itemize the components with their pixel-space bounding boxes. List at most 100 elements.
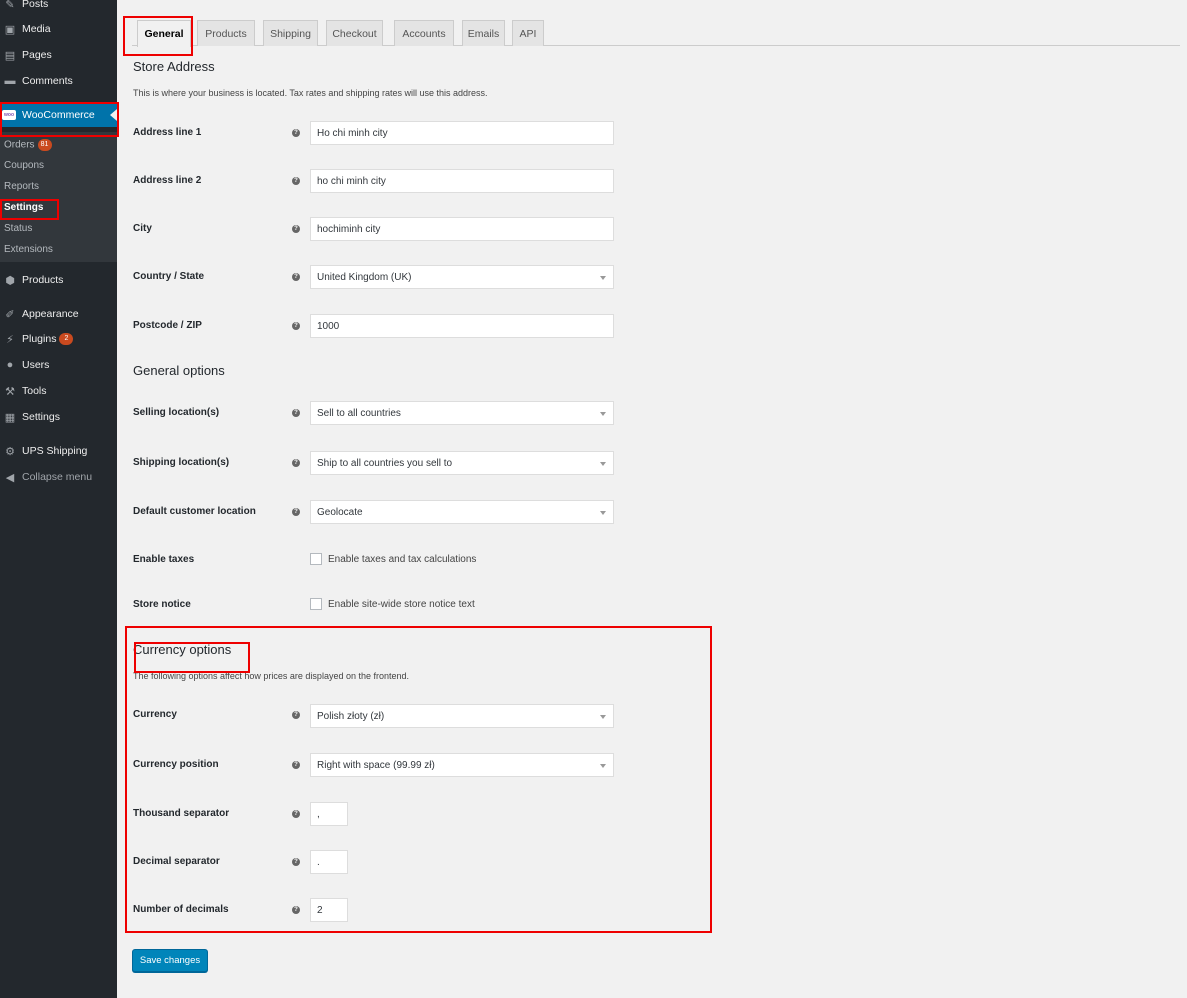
submenu-item-status[interactable]: Status	[4, 223, 32, 234]
chevron-down-icon	[600, 462, 606, 466]
menu-item-users[interactable]: ● Users	[0, 353, 117, 377]
chevron-down-icon	[600, 412, 606, 416]
address-line-2-input[interactable]: ho chi minh city	[310, 169, 614, 193]
menu-item-label: Settings	[22, 411, 60, 423]
menu-item-tools[interactable]: ⚒ Tools	[0, 379, 117, 403]
gear-icon: ⚙	[5, 445, 15, 458]
postcode-input[interactable]: 1000	[310, 314, 614, 338]
woocommerce-icon: woo	[2, 110, 16, 120]
store-notice-checkbox[interactable]	[310, 598, 322, 610]
woocommerce-submenu: Orders 81 Coupons Reports Settings Status…	[0, 132, 117, 262]
orders-count-badge: 81	[37, 139, 52, 151]
address-line-1-input[interactable]: Ho chi minh city	[310, 121, 614, 145]
label-country-state: Country / State	[133, 271, 205, 282]
select-value: Geolocate	[317, 506, 363, 518]
tab-general[interactable]: General	[137, 20, 191, 47]
menu-item-label: Collapse menu	[22, 471, 93, 483]
comments-icon: ▬	[4, 75, 16, 87]
submenu-item-reports[interactable]: Reports	[4, 181, 39, 192]
active-menu-arrow	[110, 109, 117, 121]
label-default-customer-location: Default customer location	[133, 506, 256, 517]
default-customer-location-select[interactable]: Geolocate	[310, 500, 614, 524]
pages-icon: ▤	[4, 49, 16, 62]
chevron-down-icon	[600, 764, 606, 768]
help-tip-icon[interactable]: ?	[292, 810, 300, 818]
media-icon: ▣	[4, 23, 16, 36]
label-thousand-separator: Thousand separator	[133, 808, 230, 819]
section-title-general-options: General options	[133, 363, 225, 378]
select-value: Polish złoty (zł)	[317, 710, 385, 722]
chevron-down-icon	[600, 276, 606, 280]
decimal-separator-input[interactable]: .	[310, 850, 348, 874]
products-icon: ⬢	[5, 274, 15, 287]
menu-item-label: Users	[22, 359, 50, 371]
help-tip-icon[interactable]: ?	[292, 129, 300, 137]
menu-item-label: Pages	[22, 49, 52, 61]
label-selling-locations: Selling location(s)	[133, 407, 220, 418]
currency-select[interactable]: Polish złoty (zł)	[310, 704, 614, 728]
menu-item-ups-shipping[interactable]: ⚙ UPS Shipping	[0, 439, 117, 463]
menu-item-woocommerce[interactable]: woo WooCommerce	[0, 103, 117, 127]
select-value: Right with space (99.99 zł)	[317, 759, 435, 771]
tab-emails[interactable]: Emails	[462, 20, 505, 46]
submenu-item-orders[interactable]: Orders 81	[4, 139, 52, 151]
thousand-separator-input[interactable]: ,	[310, 802, 348, 826]
submenu-item-settings[interactable]: Settings	[4, 202, 43, 213]
menu-item-products[interactable]: ⬢ Products	[0, 268, 117, 292]
section-title-store-address: Store Address	[133, 59, 215, 74]
tab-checkout[interactable]: Checkout	[326, 20, 383, 46]
enable-taxes-text[interactable]: Enable taxes and tax calculations	[328, 554, 476, 565]
select-value: Ship to all countries you sell to	[317, 457, 453, 469]
tab-shipping[interactable]: Shipping	[263, 20, 318, 46]
city-input[interactable]: hochiminh city	[310, 217, 614, 241]
collapse-menu-button[interactable]: ◀ Collapse menu	[0, 465, 117, 489]
section-description-currency-options: The following options affect how prices …	[133, 671, 410, 681]
menu-item-label: WooCommerce	[22, 109, 95, 121]
submenu-item-coupons[interactable]: Coupons	[4, 160, 44, 171]
menu-item-label: UPS Shipping	[22, 445, 88, 457]
currency-position-select[interactable]: Right with space (99.99 zł)	[310, 753, 614, 777]
menu-item-settings[interactable]: ▦ Settings	[0, 405, 117, 429]
help-tip-icon[interactable]: ?	[292, 906, 300, 914]
tab-api[interactable]: API	[512, 20, 544, 46]
label-currency-position: Currency position	[133, 759, 219, 770]
help-tip-icon[interactable]: ?	[292, 711, 300, 719]
menu-item-media[interactable]: ▣ Media	[0, 17, 117, 41]
country-state-select[interactable]: United Kingdom (UK)	[310, 265, 614, 289]
tab-accounts[interactable]: Accounts	[394, 20, 454, 46]
number-of-decimals-input[interactable]: 2	[310, 898, 348, 922]
menu-item-label: Appearance	[22, 308, 79, 320]
label-city: City	[133, 223, 152, 234]
help-tip-icon[interactable]: ?	[292, 409, 300, 417]
tab-products[interactable]: Products	[197, 20, 255, 46]
help-tip-icon[interactable]: ?	[292, 761, 300, 769]
help-tip-icon[interactable]: ?	[292, 858, 300, 866]
menu-item-appearance[interactable]: ✐ Appearance	[0, 302, 117, 326]
help-tip-icon[interactable]: ?	[292, 177, 300, 185]
help-tip-icon[interactable]: ?	[292, 225, 300, 233]
help-tip-icon[interactable]: ?	[292, 459, 300, 467]
chevron-down-icon	[600, 511, 606, 515]
save-changes-button[interactable]: Save changes	[132, 949, 208, 972]
pin-icon: ✎	[5, 0, 15, 11]
help-tip-icon[interactable]: ?	[292, 322, 300, 330]
label-postcode: Postcode / ZIP	[133, 320, 202, 331]
label-currency: Currency	[133, 709, 177, 720]
submenu-item-extensions[interactable]: Extensions	[4, 244, 53, 255]
plugins-icon: ⚡	[6, 333, 14, 346]
menu-item-label: Tools	[22, 385, 47, 397]
menu-item-comments[interactable]: ▬ Comments	[0, 69, 117, 93]
enable-taxes-checkbox[interactable]	[310, 553, 322, 565]
selling-locations-select[interactable]: Sell to all countries	[310, 401, 614, 425]
users-icon: ●	[6, 359, 14, 371]
store-notice-text[interactable]: Enable site-wide store notice text	[328, 599, 475, 610]
select-value: United Kingdom (UK)	[317, 271, 412, 283]
help-tip-icon[interactable]: ?	[292, 273, 300, 281]
menu-item-pages[interactable]: ▤ Pages	[0, 43, 117, 67]
label-store-notice: Store notice	[133, 599, 191, 610]
menu-item-posts[interactable]: ✎ Posts	[0, 0, 117, 16]
menu-item-plugins[interactable]: ⚡ Plugins 2	[0, 327, 117, 351]
shipping-locations-select[interactable]: Ship to all countries you sell to	[310, 451, 614, 475]
label-shipping-locations: Shipping location(s)	[133, 457, 230, 468]
help-tip-icon[interactable]: ?	[292, 508, 300, 516]
